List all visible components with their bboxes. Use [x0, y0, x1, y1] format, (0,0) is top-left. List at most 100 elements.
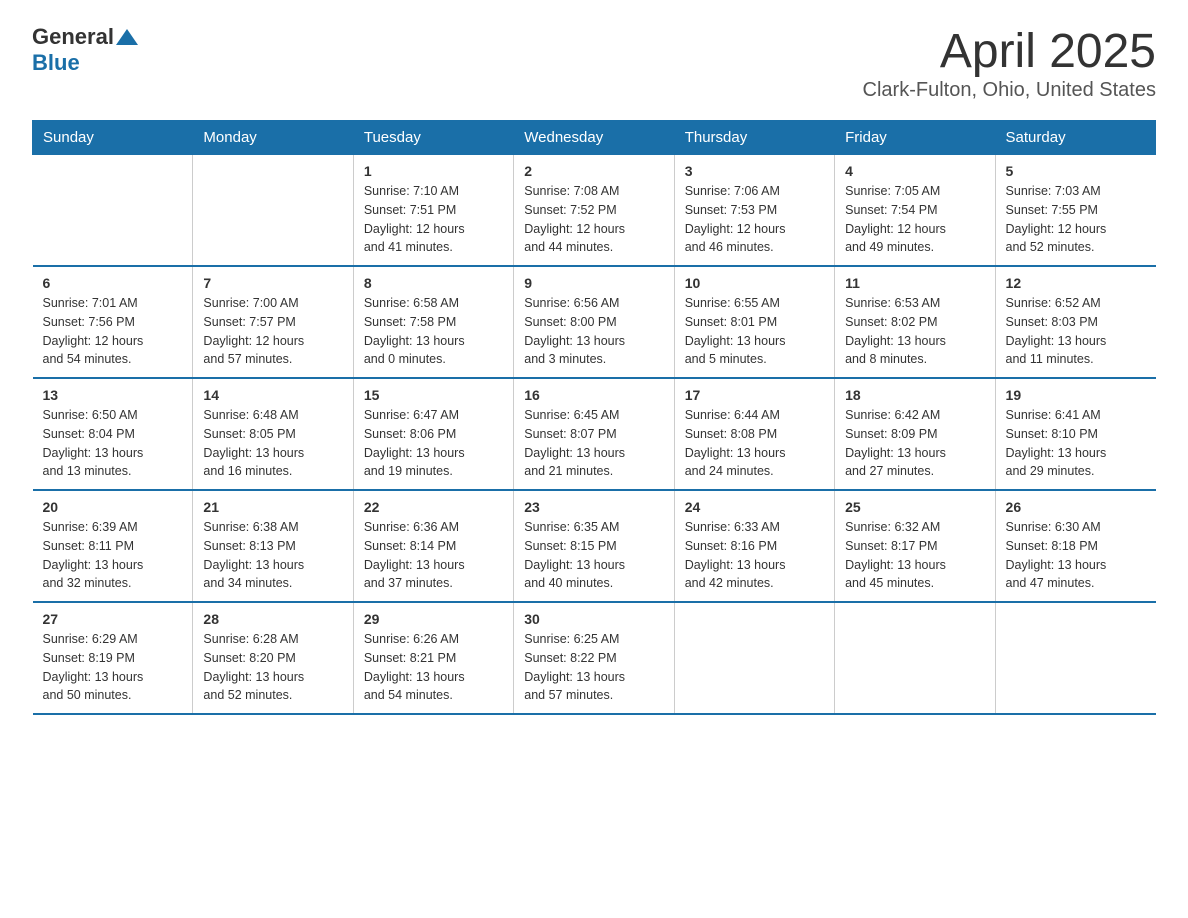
calendar-cell: 13 Sunrise: 6:50 AMSunset: 8:04 PMDayligh… [33, 378, 193, 490]
day-info: Sunrise: 6:44 AMSunset: 8:08 PMDaylight:… [685, 406, 824, 481]
day-info: Sunrise: 6:45 AMSunset: 8:07 PMDaylight:… [524, 406, 663, 481]
title-area: April 2025 Clark-Fulton, Ohio, United St… [863, 24, 1156, 102]
calendar-cell [835, 602, 995, 714]
weekday-header-saturday: Saturday [995, 121, 1155, 155]
day-number: 2 [524, 163, 663, 179]
calendar-cell: 26Sunrise: 6:30 AMSunset: 8:18 PMDayligh… [995, 490, 1155, 602]
day-number: 1 [364, 163, 503, 179]
week-row-4: 20 Sunrise: 6:39 AMSunset: 8:11 PMDayligh… [33, 490, 1156, 602]
calendar-cell: 23 Sunrise: 6:35 AMSunset: 8:15 PMDayligh… [514, 490, 674, 602]
day-info: Sunrise: 6:52 AMSunset: 8:03 PMDaylight:… [1006, 294, 1146, 369]
day-number: 28 [203, 611, 342, 627]
day-info: Sunrise: 6:30 AMSunset: 8:18 PMDaylight:… [1006, 518, 1146, 593]
day-info: Sunrise: 6:26 AMSunset: 8:21 PMDaylight:… [364, 630, 503, 705]
calendar-cell: 2Sunrise: 7:08 AMSunset: 7:52 PMDaylight… [514, 155, 674, 267]
day-info: Sunrise: 6:39 AMSunset: 8:11 PMDaylight:… [43, 518, 183, 593]
logo-triangle-icon [116, 27, 138, 47]
weekday-header-row: SundayMondayTuesdayWednesdayThursdayFrid… [33, 121, 1156, 155]
day-info: Sunrise: 6:56 AMSunset: 8:00 PMDaylight:… [524, 294, 663, 369]
calendar-cell: 20 Sunrise: 6:39 AMSunset: 8:11 PMDayligh… [33, 490, 193, 602]
day-info: Sunrise: 7:10 AMSunset: 7:51 PMDaylight:… [364, 182, 503, 257]
day-number: 15 [364, 387, 503, 403]
calendar-cell: 4 Sunrise: 7:05 AMSunset: 7:54 PMDaylight… [835, 155, 995, 267]
calendar-cell: 14Sunrise: 6:48 AMSunset: 8:05 PMDayligh… [193, 378, 353, 490]
day-info: Sunrise: 6:53 AMSunset: 8:02 PMDaylight:… [845, 294, 984, 369]
calendar-cell: 15 Sunrise: 6:47 AMSunset: 8:06 PMDayligh… [353, 378, 513, 490]
day-number: 21 [203, 499, 342, 515]
calendar-cell: 17 Sunrise: 6:44 AMSunset: 8:08 PMDayligh… [674, 378, 834, 490]
calendar-cell: 24 Sunrise: 6:33 AMSunset: 8:16 PMDayligh… [674, 490, 834, 602]
calendar-cell: 10Sunrise: 6:55 AMSunset: 8:01 PMDayligh… [674, 266, 834, 378]
calendar-body: 1 Sunrise: 7:10 AMSunset: 7:51 PMDaylight… [33, 155, 1156, 715]
week-row-1: 1 Sunrise: 7:10 AMSunset: 7:51 PMDaylight… [33, 155, 1156, 267]
day-number: 3 [685, 163, 824, 179]
calendar-cell: 25 Sunrise: 6:32 AMSunset: 8:17 PMDayligh… [835, 490, 995, 602]
day-info: Sunrise: 7:03 AMSunset: 7:55 PMDaylight:… [1006, 182, 1146, 257]
day-number: 5 [1006, 163, 1146, 179]
day-number: 10 [685, 275, 824, 291]
day-info: Sunrise: 6:29 AMSunset: 8:19 PMDaylight:… [43, 630, 183, 705]
day-info: Sunrise: 6:58 AMSunset: 7:58 PMDaylight:… [364, 294, 503, 369]
week-row-5: 27 Sunrise: 6:29 AMSunset: 8:19 PMDayligh… [33, 602, 1156, 714]
page-header: General Blue April 2025 Clark-Fulton, Oh… [32, 24, 1156, 102]
day-info: Sunrise: 6:50 AMSunset: 8:04 PMDaylight:… [43, 406, 183, 481]
day-number: 11 [845, 275, 984, 291]
day-number: 24 [685, 499, 824, 515]
day-number: 29 [364, 611, 503, 627]
calendar-cell: 9Sunrise: 6:56 AMSunset: 8:00 PMDaylight… [514, 266, 674, 378]
calendar-subtitle: Clark-Fulton, Ohio, United States [863, 79, 1156, 102]
day-number: 20 [43, 499, 183, 515]
day-info: Sunrise: 7:05 AMSunset: 7:54 PMDaylight:… [845, 182, 984, 257]
day-number: 13 [43, 387, 183, 403]
day-number: 27 [43, 611, 183, 627]
day-info: Sunrise: 6:32 AMSunset: 8:17 PMDaylight:… [845, 518, 984, 593]
calendar-cell: 18 Sunrise: 6:42 AMSunset: 8:09 PMDayligh… [835, 378, 995, 490]
day-number: 19 [1006, 387, 1146, 403]
day-number: 8 [364, 275, 503, 291]
weekday-header-thursday: Thursday [674, 121, 834, 155]
day-info: Sunrise: 7:00 AMSunset: 7:57 PMDaylight:… [203, 294, 342, 369]
day-info: Sunrise: 6:38 AMSunset: 8:13 PMDaylight:… [203, 518, 342, 593]
day-info: Sunrise: 6:36 AMSunset: 8:14 PMDaylight:… [364, 518, 503, 593]
day-info: Sunrise: 6:28 AMSunset: 8:20 PMDaylight:… [203, 630, 342, 705]
day-info: Sunrise: 7:01 AMSunset: 7:56 PMDaylight:… [43, 294, 183, 369]
calendar-cell [995, 602, 1155, 714]
week-row-3: 13 Sunrise: 6:50 AMSunset: 8:04 PMDayligh… [33, 378, 1156, 490]
day-info: Sunrise: 6:41 AMSunset: 8:10 PMDaylight:… [1006, 406, 1146, 481]
day-info: Sunrise: 6:25 AMSunset: 8:22 PMDaylight:… [524, 630, 663, 705]
week-row-2: 6Sunrise: 7:01 AMSunset: 7:56 PMDaylight… [33, 266, 1156, 378]
calendar-cell: 11 Sunrise: 6:53 AMSunset: 8:02 PMDayligh… [835, 266, 995, 378]
calendar-cell: 5 Sunrise: 7:03 AMSunset: 7:55 PMDaylight… [995, 155, 1155, 267]
day-info: Sunrise: 6:48 AMSunset: 8:05 PMDaylight:… [203, 406, 342, 481]
logo: General Blue [32, 24, 138, 76]
logo-blue-text: Blue [32, 50, 80, 75]
day-number: 12 [1006, 275, 1146, 291]
day-number: 4 [845, 163, 984, 179]
day-info: Sunrise: 6:33 AMSunset: 8:16 PMDaylight:… [685, 518, 824, 593]
calendar-cell: 6Sunrise: 7:01 AMSunset: 7:56 PMDaylight… [33, 266, 193, 378]
calendar-cell: 21 Sunrise: 6:38 AMSunset: 8:13 PMDayligh… [193, 490, 353, 602]
day-number: 17 [685, 387, 824, 403]
calendar-cell: 30 Sunrise: 6:25 AMSunset: 8:22 PMDayligh… [514, 602, 674, 714]
calendar-cell: 19 Sunrise: 6:41 AMSunset: 8:10 PMDayligh… [995, 378, 1155, 490]
day-number: 25 [845, 499, 984, 515]
weekday-header-monday: Monday [193, 121, 353, 155]
calendar-cell: 28 Sunrise: 6:28 AMSunset: 8:20 PMDayligh… [193, 602, 353, 714]
weekday-header-tuesday: Tuesday [353, 121, 513, 155]
day-info: Sunrise: 6:35 AMSunset: 8:15 PMDaylight:… [524, 518, 663, 593]
day-number: 23 [524, 499, 663, 515]
weekday-header-sunday: Sunday [33, 121, 193, 155]
day-info: Sunrise: 6:47 AMSunset: 8:06 PMDaylight:… [364, 406, 503, 481]
calendar-cell: 8 Sunrise: 6:58 AMSunset: 7:58 PMDaylight… [353, 266, 513, 378]
calendar-cell: 1 Sunrise: 7:10 AMSunset: 7:51 PMDaylight… [353, 155, 513, 267]
day-number: 16 [524, 387, 663, 403]
calendar-cell: 12 Sunrise: 6:52 AMSunset: 8:03 PMDayligh… [995, 266, 1155, 378]
calendar-cell: 7Sunrise: 7:00 AMSunset: 7:57 PMDaylight… [193, 266, 353, 378]
day-number: 30 [524, 611, 663, 627]
day-info: Sunrise: 6:42 AMSunset: 8:09 PMDaylight:… [845, 406, 984, 481]
calendar-cell: 29 Sunrise: 6:26 AMSunset: 8:21 PMDayligh… [353, 602, 513, 714]
calendar-header: SundayMondayTuesdayWednesdayThursdayFrid… [33, 121, 1156, 155]
day-number: 18 [845, 387, 984, 403]
day-info: Sunrise: 7:06 AMSunset: 7:53 PMDaylight:… [685, 182, 824, 257]
day-number: 22 [364, 499, 503, 515]
